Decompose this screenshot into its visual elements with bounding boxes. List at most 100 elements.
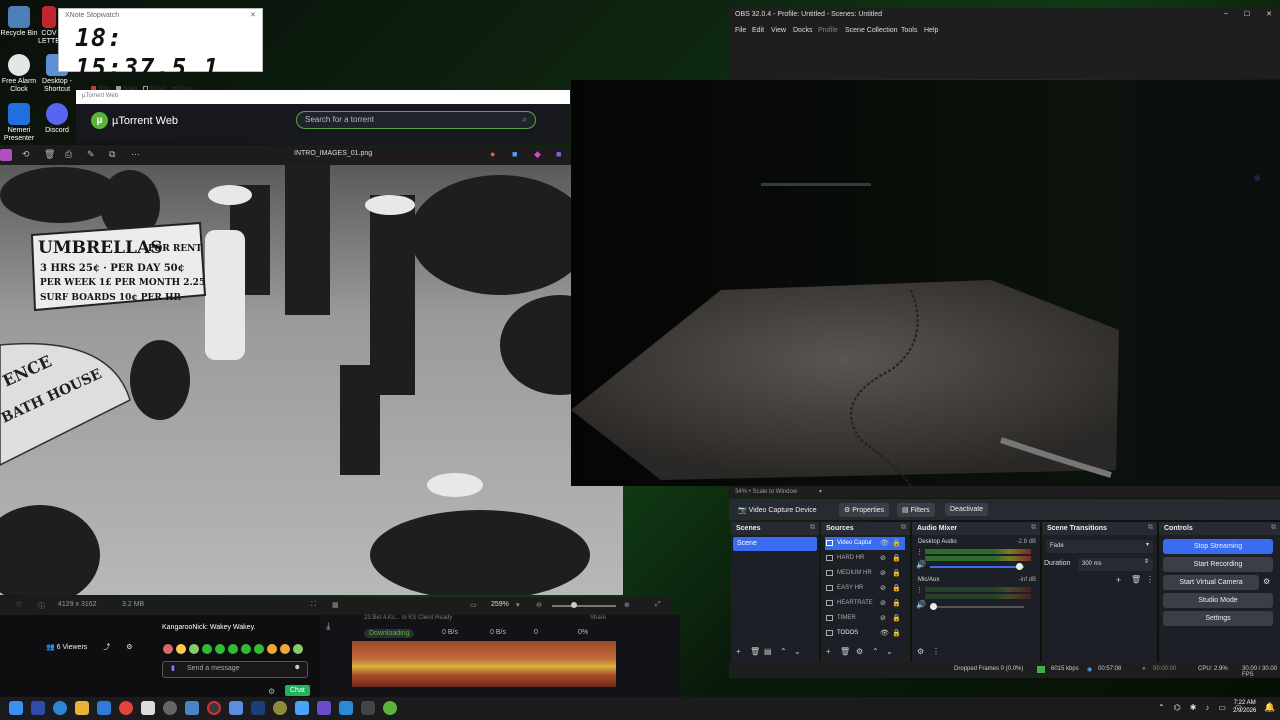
chevron-down-icon[interactable]: ⌄ xyxy=(886,647,893,656)
zoom-in-icon[interactable]: ⊕ xyxy=(624,601,630,609)
settings-icon[interactable]: ⚙ xyxy=(126,644,132,651)
chat-settings-icon[interactable]: ⚙ xyxy=(268,687,275,696)
gear-icon[interactable]: ⚙ xyxy=(917,647,924,656)
transition-select[interactable]: Fade ▾ xyxy=(1046,540,1153,553)
add-icon[interactable]: + xyxy=(736,647,741,656)
chrome-icon[interactable] xyxy=(119,701,133,715)
share-icon[interactable]: ■ xyxy=(512,149,517,159)
lock-icon[interactable]: 🔒 xyxy=(892,614,901,622)
visual-studio-icon[interactable] xyxy=(31,701,45,715)
utorrent-icon[interactable] xyxy=(383,701,397,715)
menu-tools[interactable]: Tools xyxy=(901,27,917,34)
chevron-up-icon[interactable]: ⌃ xyxy=(1158,703,1165,712)
favorite-heart-icon[interactable]: ♡ xyxy=(16,601,22,609)
source-item[interactable]: MEDIUM HR ⊘ 🔒 xyxy=(825,567,905,580)
duration-input[interactable]: 300 ms ⇕ xyxy=(1078,558,1153,571)
emote-picker-icon[interactable]: ☻ xyxy=(294,664,301,671)
volume-slider[interactable] xyxy=(930,566,1024,568)
print-icon[interactable]: ⎙ xyxy=(65,149,72,160)
fit-icon[interactable]: ▭ xyxy=(470,601,477,609)
gallery-icon[interactable]: ▦ xyxy=(332,601,339,609)
chevron-down-icon[interactable]: ▾ xyxy=(819,489,822,495)
dock-options-icon[interactable]: ⧉ xyxy=(901,524,906,532)
emote-icon[interactable] xyxy=(176,644,186,654)
channel-options-icon[interactable]: ⋮ xyxy=(916,548,923,556)
speaker-icon[interactable]: ♪ xyxy=(1205,703,1209,712)
visibility-eye-icon[interactable]: ⊘ xyxy=(880,554,886,562)
start-menu-icon[interactable] xyxy=(9,701,23,715)
photoshop-icon[interactable] xyxy=(251,701,265,715)
dock-options-icon[interactable]: ⧉ xyxy=(1148,524,1153,532)
zoom-out-icon[interactable]: ⊖ xyxy=(536,601,542,609)
store-icon[interactable] xyxy=(339,701,353,715)
battery-icon[interactable]: ▭ xyxy=(1218,703,1226,712)
notification-bell-icon[interactable]: 🔔 xyxy=(1264,702,1275,713)
torrent-share[interactable]: Share xyxy=(590,615,606,621)
network-icon[interactable]: ⌬ xyxy=(1174,703,1181,712)
stop-streaming-button[interactable]: Stop Streaming xyxy=(1163,539,1273,554)
lock-icon[interactable]: 🔒 xyxy=(892,539,901,547)
maximize-icon[interactable]: ☐ xyxy=(1244,10,1250,18)
obs-titlebar[interactable]: OBS 32.0.4 - Profile: Untitled - Scenes:… xyxy=(729,8,1280,21)
start-recording-button[interactable]: Start Recording xyxy=(1163,557,1273,572)
app-icon[interactable] xyxy=(273,701,287,715)
emote-icon[interactable] xyxy=(293,644,303,654)
delete-icon[interactable]: 🗑 xyxy=(44,149,55,160)
menu-scene-collection[interactable]: Scene Collection xyxy=(845,27,898,34)
microphone-icon[interactable]: ▮ xyxy=(171,664,175,672)
dock-options-icon[interactable]: ⧉ xyxy=(810,524,815,532)
desktop-icon-recycle-bin[interactable]: Recycle Bin xyxy=(0,6,38,38)
taskbar-clock[interactable]: 7:22 AM 2/9/2026 xyxy=(1233,699,1256,715)
calculator-icon[interactable] xyxy=(97,701,111,715)
stopwatch-titlebar[interactable]: XNote Stopwatch ✕ xyxy=(59,9,262,23)
visibility-eye-icon[interactable]: ⊘ xyxy=(880,584,886,592)
chevron-down-icon[interactable]: ▾ xyxy=(516,601,520,609)
emote-icon[interactable] xyxy=(228,644,238,654)
channel-options-icon[interactable]: ⋮ xyxy=(916,586,923,594)
minimize-icon[interactable]: – xyxy=(1224,10,1228,18)
emote-icon[interactable] xyxy=(267,644,277,654)
download-icon[interactable]: ⤓ xyxy=(326,621,330,632)
copilot-icon[interactable]: ● xyxy=(490,149,495,159)
dock-options-icon[interactable]: ⧉ xyxy=(1271,524,1276,532)
visibility-eye-icon[interactable]: 👁 xyxy=(880,539,889,547)
bluetooth-icon[interactable]: ✱ xyxy=(1190,703,1197,712)
properties-button[interactable]: ⚙ Properties xyxy=(839,503,890,517)
utorrent-titlebar[interactable]: µTorrent Web xyxy=(76,90,570,104)
add-icon[interactable]: + xyxy=(826,647,831,656)
start-virtual-camera-button[interactable]: Start Virtual Camera xyxy=(1163,575,1259,590)
chevron-up-icon[interactable]: ⌃ xyxy=(780,647,787,656)
menu-file[interactable]: File xyxy=(735,27,746,34)
menu-docks[interactable]: Docks xyxy=(793,27,812,34)
options-icon[interactable]: ⋮ xyxy=(932,647,940,656)
menu-profile[interactable]: Profile xyxy=(818,27,838,34)
menu-help[interactable]: Help xyxy=(924,27,938,34)
dock-options-icon[interactable]: ⧉ xyxy=(1031,524,1036,532)
volume-slider[interactable] xyxy=(930,606,1024,608)
desktop-icon-alarm-clock[interactable]: Free Alarm Clock xyxy=(0,54,38,94)
source-item[interactable]: TIMER ⊘ 🔒 xyxy=(825,612,905,625)
lock-icon[interactable]: 🔒 xyxy=(892,554,901,562)
studio-mode-button[interactable]: Studio Mode xyxy=(1163,593,1273,608)
trash-icon[interactable]: 🗑 xyxy=(840,647,850,656)
stepper-icon[interactable]: ⇕ xyxy=(1144,558,1149,565)
edge-browser-icon[interactable] xyxy=(53,701,67,715)
scene-item[interactable]: Scene xyxy=(733,537,817,551)
search-icon[interactable] xyxy=(163,701,177,715)
visibility-eye-icon[interactable]: ⊘ xyxy=(880,569,886,577)
source-item[interactable]: EASY HR ⊘ 🔒 xyxy=(825,582,905,595)
emote-icon[interactable] xyxy=(189,644,199,654)
lock-icon[interactable]: 🔒 xyxy=(892,584,901,592)
terminal-icon[interactable] xyxy=(361,701,375,715)
emote-icon[interactable] xyxy=(215,644,225,654)
edit-icon[interactable]: ✎ xyxy=(87,149,95,160)
desktop-icon-discord[interactable]: Discord xyxy=(38,103,76,135)
visibility-eye-icon[interactable]: ⊘ xyxy=(880,614,886,622)
visibility-eye-icon[interactable]: ⊘ xyxy=(880,599,886,607)
file-explorer-icon[interactable] xyxy=(75,701,89,715)
emote-icon[interactable] xyxy=(202,644,212,654)
chevron-down-icon[interactable]: ⌄ xyxy=(794,647,801,656)
volume-slider-thumb[interactable] xyxy=(930,603,937,610)
close-icon[interactable]: ✕ xyxy=(250,11,256,19)
volume-slider-thumb[interactable] xyxy=(1016,563,1023,570)
